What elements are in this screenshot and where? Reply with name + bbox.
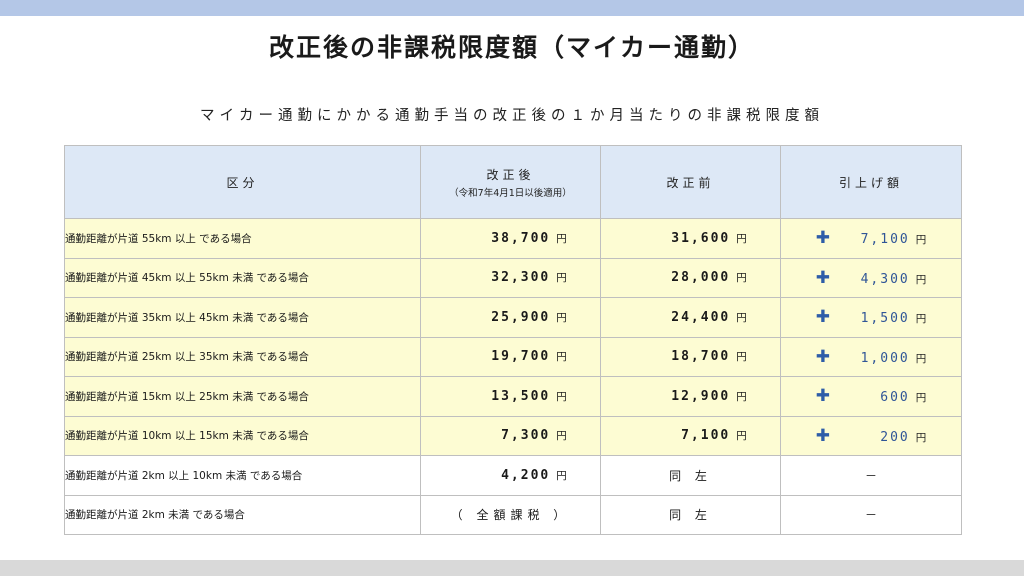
header-before: 改正前 [600,145,781,219]
row-before-amount: 24,400 円 [600,297,781,338]
row-after-amount: 32,300 円 [420,257,601,298]
header-increase: 引上げ額 [780,145,962,219]
plus-icon: ✚ [815,346,832,367]
row-category: 通勤距離が片道 10km 以上 15km 未満 である場合 [64,415,421,456]
table-row: 通勤距離が片道 55km 以上 である場合 38,700 円 31,600 円 ✚ 7… [64,218,962,259]
top-accent-band [0,0,1024,16]
row-increase-amount: ✚ 7,100 円 [780,218,962,259]
row-after-amount: 7,300 円 [420,415,601,456]
row-after-amount: 19,700 円 [420,336,601,377]
table-row: 通勤距離が片道 2km 未満 である場合 （ 全額課税 ） 同 左 － [64,494,962,535]
table-row: 通勤距離が片道 25km 以上 35km 未満 である場合 19,700 円 18… [64,336,962,377]
bottom-band [0,560,1024,576]
page-title: 改正後の非課税限度額（マイカー通勤） [268,33,755,62]
row-after-amount: 4,200 円 [420,455,601,496]
row-category: 通勤距離が片道 55km 以上 である場合 [64,218,421,259]
row-category: 通勤距離が片道 2km 以上 10km 未満 である場合 [64,455,421,496]
table-row: 通勤距離が片道 15km 以上 25km 未満 である場合 13,500 円 12… [64,376,962,417]
row-increase-amount: ✚ 1,000 円 [780,336,962,377]
row-after-amount: 38,700 円 [420,218,601,259]
row-before-amount: 18,700 円 [600,336,781,377]
plus-icon: ✚ [815,228,832,249]
row-increase-amount: ✚ 200 円 [780,415,962,456]
row-category: 通勤距離が片道 35km 以上 45km 未満 である場合 [64,297,421,338]
plus-icon: ✚ [815,386,832,407]
header-after: 改正後 （令和7年4月1日以後適用） [420,145,601,219]
row-before-amount: 28,000 円 [600,257,781,298]
row-before-amount: 7,100 円 [600,415,781,456]
row-category: 通勤距離が片道 25km 以上 35km 未満 である場合 [64,336,421,377]
plus-icon: ✚ [815,425,832,446]
row-before-amount: 31,600 円 [600,218,781,259]
table-row: 通勤距離が片道 35km 以上 45km 未満 である場合 25,900 円 24… [64,297,962,338]
row-increase-amount: ✚ 1,500 円 [780,297,962,338]
row-category: 通勤距離が片道 15km 以上 25km 未満 である場合 [64,376,421,417]
row-before-text: 同 左 [600,455,781,496]
plus-icon: ✚ [815,267,832,288]
table-row: 通勤距離が片道 2km 以上 10km 未満 である場合 4,200 円 同 左 … [64,455,962,496]
row-increase-text: － [780,494,962,535]
plus-icon: ✚ [815,307,832,328]
allowance-table: 区分 改正後 （令和7年4月1日以後適用） 改正前 引上げ額 通勤距離が片道 5… [64,145,962,535]
row-after-text: （ 全額課税 ） [420,494,601,535]
row-increase-text: － [780,455,962,496]
row-category: 通勤距離が片道 2km 未満 である場合 [64,494,421,535]
row-increase-amount: ✚ 600 円 [780,376,962,417]
table-row: 通勤距離が片道 45km 以上 55km 未満 である場合 32,300 円 28… [64,257,962,298]
table-header-row: 区分 改正後 （令和7年4月1日以後適用） 改正前 引上げ額 [64,145,962,219]
row-after-amount: 13,500 円 [420,376,601,417]
row-before-text: 同 左 [600,494,781,535]
page-subtitle: マイカー通勤にかかる通勤手当の改正後の１か月当たりの非課税限度額 [200,108,824,124]
header-category: 区分 [64,145,421,219]
row-before-amount: 12,900 円 [600,376,781,417]
table-row: 通勤距離が片道 10km 以上 15km 未満 である場合 7,300 円 7,1… [64,415,962,456]
row-increase-amount: ✚ 4,300 円 [780,257,962,298]
row-after-amount: 25,900 円 [420,297,601,338]
header-after-note: （令和7年4月1日以後適用） [449,187,572,199]
row-category: 通勤距離が片道 45km 以上 55km 未満 である場合 [64,257,421,298]
